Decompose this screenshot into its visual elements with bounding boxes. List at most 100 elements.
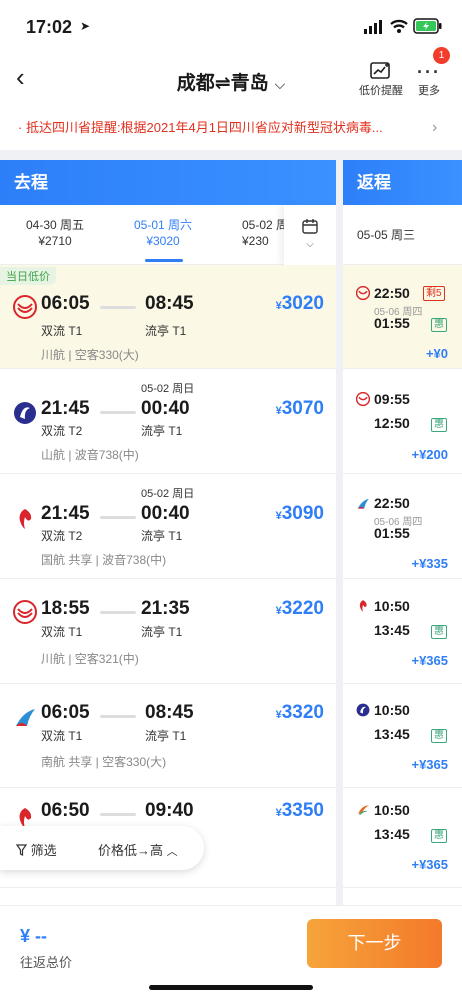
flight-price-value: 3350 [281, 800, 324, 821]
nav-bar: ‹ 成都⇌青岛 ⌵ 低价提醒 ··· 更多 1 [0, 47, 462, 110]
departure-time: 06:05 [41, 702, 90, 723]
departure-airport: 双流 T2 [41, 529, 83, 543]
seats-left-tag: 剩5 [423, 286, 445, 301]
sort-label: 价格低→高 [98, 843, 164, 858]
return-price-diff: +¥200 [411, 447, 448, 462]
arrival-time: 00:40 [141, 398, 190, 419]
date-tab[interactable]: 04-30 周五 ¥2710 [10, 217, 100, 249]
arrival-airport: 流亭 T1 [145, 324, 187, 338]
return-price-diff: +¥335 [411, 556, 448, 571]
total-price: ¥ -- [20, 926, 47, 946]
date-tab[interactable]: 05-02 周 ¥230 [232, 217, 292, 249]
return-departure-time: 10:50 [374, 802, 410, 818]
arrival-date-note: 05-02 周日 [141, 488, 195, 500]
price-alert-button[interactable]: 低价提醒 [358, 62, 404, 98]
departure-time: 21:45 [41, 503, 90, 524]
air-china-logo-icon [359, 600, 367, 612]
flight-card[interactable]: 05-02 周日 21:45 00:40 双流 T2 流亭 T1 山航 | 波音… [0, 370, 336, 474]
price-chart-icon [370, 62, 390, 79]
return-departure-time: 10:50 [374, 598, 410, 614]
flight-price-value: 3220 [281, 598, 324, 619]
filter-label: 筛选 [30, 843, 57, 858]
signal-icon [364, 20, 382, 34]
return-arrival-time: 13:45 [374, 622, 410, 638]
flight-meta: 川航 | 空客330(大) [41, 348, 139, 362]
flight-card[interactable]: 18:55 21:35 双流 T1 流亭 T1 川航 | 空客321(中) ¥3… [0, 580, 336, 684]
notice-banner[interactable]: · 抵达四川省提醒:根据2021年4月1日四川省应对新型冠状病毒... › [0, 114, 462, 144]
flight-price: ¥3090 [275, 503, 324, 524]
departure-time: 06:05 [41, 293, 90, 314]
arrival-airport: 流亭 T1 [145, 729, 187, 743]
flight-price-value: 3320 [281, 702, 324, 723]
chevron-right-icon: › [432, 119, 438, 136]
shandong-airlines-logo-icon [14, 402, 36, 424]
arrival-time: 09:40 [145, 800, 194, 821]
sichuan-airlines-logo-icon [13, 295, 37, 319]
return-panel: 返程 05-05 周三 22:50 剩5 05-06 周四 01:55 惠 +¥… [343, 160, 462, 920]
route-line [100, 306, 136, 309]
return-flight-card[interactable]: 22:50 05-06 周四 01:55 +¥335 [343, 475, 462, 579]
sichuan-airlines-logo-icon [356, 392, 370, 406]
return-price-diff: +¥0 [425, 346, 448, 361]
departure-time: 18:55 [41, 598, 90, 619]
flight-card[interactable]: 当日低价 06:05 08:45 双流 T1 流亭 T1 川航 | 空客330(… [0, 265, 336, 369]
return-arrival-time: 13:45 [374, 726, 410, 742]
route-line [100, 813, 136, 816]
return-flight-card[interactable]: 09:55 12:50 惠 +¥200 [343, 370, 462, 474]
battery-icon [413, 18, 442, 34]
outbound-header: 去程 [0, 160, 336, 205]
status-time: 17:02 [26, 17, 73, 37]
flight-meta: 南航 共享 | 空客330(大) [41, 755, 167, 769]
discount-tag: 惠 [431, 829, 447, 843]
return-flight-card[interactable]: 22:50 剩5 05-06 周四 01:55 惠 +¥0 [343, 265, 462, 369]
arrival-airport: 流亭 T1 [141, 529, 183, 543]
return-departure-time: 22:50 [374, 495, 410, 511]
date-tab-price: ¥2710 [38, 234, 72, 248]
home-indicator [149, 985, 313, 990]
flight-price-value: 3090 [281, 503, 324, 524]
route-line [100, 715, 136, 718]
return-price-diff: +¥365 [411, 757, 448, 772]
arrival-time: 08:45 [145, 702, 194, 723]
more-button[interactable]: ··· 更多 [412, 62, 446, 98]
return-date-text: 05-05 周三 [357, 228, 416, 242]
price-alert-label: 低价提醒 [359, 85, 403, 97]
arrival-airport: 流亭 T1 [141, 424, 183, 438]
flight-price: ¥3320 [275, 702, 324, 723]
lowest-price-tag: 当日低价 [0, 267, 56, 285]
date-tab-date: 05-01 周六 [133, 218, 193, 232]
departure-time: 06:50 [41, 800, 90, 821]
flight-card[interactable]: 06:05 08:45 双流 T1 流亭 T1 南航 共享 | 空客330(大)… [0, 684, 336, 788]
date-tab-price: ¥3020 [146, 234, 180, 248]
return-departure-time: 10:50 [374, 702, 410, 718]
filter-button[interactable]: 筛选 [15, 840, 57, 859]
flight-price: ¥3350 [275, 800, 324, 821]
tibet-airlines-logo-icon [358, 805, 369, 816]
return-flight-card[interactable]: 10:50 13:45 惠 +¥365 [343, 684, 462, 788]
wifi-icon [390, 19, 408, 33]
flight-meta: 山航 | 波音738(中) [41, 448, 139, 462]
china-southern-logo-icon [16, 709, 35, 726]
flight-card[interactable]: 05-02 周日 21:45 00:40 双流 T2 流亭 T1 国航 共享 |… [0, 475, 336, 579]
sort-button[interactable]: 价格低→高 ︿ [98, 840, 178, 859]
status-bar: 17:02 ➤ [0, 0, 462, 50]
arrival-airport: 流亭 T1 [141, 625, 183, 639]
next-step-button[interactable]: 下一步 [307, 919, 442, 968]
arrival-time: 00:40 [141, 503, 190, 524]
return-price-diff: +¥365 [411, 653, 448, 668]
return-flight-card[interactable]: 10:50 13:45 惠 +¥365 [343, 784, 462, 888]
discount-tag: 惠 [431, 318, 447, 332]
chevron-down-icon: ⌵ [306, 239, 314, 250]
date-tab-active[interactable]: 05-01 周六 ¥3020 [118, 217, 208, 249]
flight-price: ¥3070 [275, 398, 324, 419]
return-price-diff: +¥365 [411, 857, 448, 872]
flight-price-value: 3070 [281, 398, 324, 419]
route-line [100, 516, 136, 519]
return-flight-card[interactable]: 10:50 13:45 惠 +¥365 [343, 580, 462, 684]
calendar-button[interactable]: ⌵ [284, 205, 336, 265]
location-arrow-icon: ➤ [80, 19, 91, 33]
departure-airport: 双流 T1 [41, 625, 83, 639]
more-label: 更多 [418, 85, 440, 97]
notice-text: · 抵达四川省提醒:根据2021年4月1日四川省应对新型冠状病毒... [18, 120, 383, 135]
departure-airport: 双流 T2 [41, 424, 83, 438]
